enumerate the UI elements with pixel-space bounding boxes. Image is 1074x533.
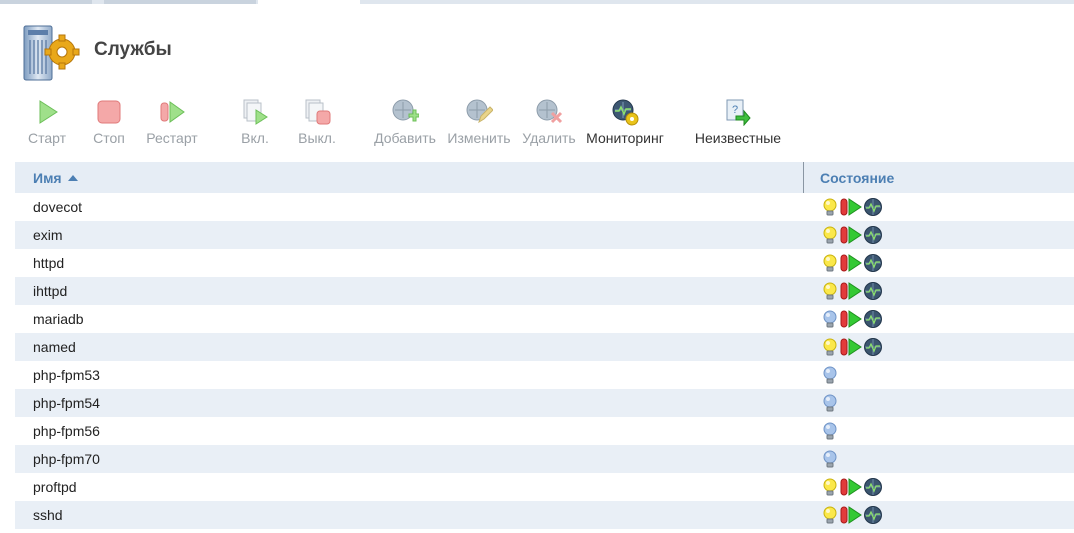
service-status xyxy=(821,505,884,525)
running-icon[interactable] xyxy=(840,505,862,525)
service-name: exim xyxy=(33,227,63,243)
add-button[interactable]: Добавить xyxy=(372,98,438,146)
service-name: named xyxy=(33,339,76,355)
table-header: Имя Состояние xyxy=(15,162,1074,193)
toolbar: Старт Стоп Рестарт Вкл. Выкл. Добавить И… xyxy=(0,98,1074,150)
service-status xyxy=(821,225,884,245)
service-status xyxy=(821,337,884,357)
service-name: sshd xyxy=(33,507,63,523)
table-row[interactable]: php-fpm54 xyxy=(15,389,1074,417)
bulb-off-icon xyxy=(823,450,837,468)
enable-icon xyxy=(243,99,268,125)
table-row[interactable]: sshd xyxy=(15,501,1074,529)
bulb-on-icon xyxy=(823,338,837,356)
service-name: php-fpm53 xyxy=(33,367,100,383)
bulb-on-icon xyxy=(823,198,837,216)
service-name: php-fpm54 xyxy=(33,395,100,411)
table-row[interactable]: proftpd xyxy=(15,473,1074,501)
start-button[interactable]: Старт xyxy=(24,98,70,146)
page-title: Службы xyxy=(94,39,172,60)
service-status xyxy=(821,309,884,329)
services-table: Имя Состояние dovecot exim httpd ihttpd mari… xyxy=(15,162,1074,529)
service-name: php-fpm70 xyxy=(33,451,100,467)
services-server-icon xyxy=(23,25,80,81)
delete-icon xyxy=(536,99,563,124)
disable-button[interactable]: Выкл. xyxy=(296,98,338,146)
tab-strip xyxy=(0,0,1074,5)
monitor-icon[interactable] xyxy=(863,337,883,357)
table-row[interactable]: mariadb xyxy=(15,305,1074,333)
running-icon[interactable] xyxy=(840,281,862,301)
service-name: httpd xyxy=(33,255,65,271)
monitoring-button[interactable]: Мониторинг xyxy=(586,98,664,146)
monitor-icon[interactable] xyxy=(863,281,883,301)
tab-inactive[interactable] xyxy=(104,0,256,4)
running-icon[interactable] xyxy=(840,197,862,217)
unknown-button[interactable]: ? Неизвестные xyxy=(694,98,782,146)
service-name: proftpd xyxy=(33,479,77,495)
stop-icon xyxy=(97,100,121,124)
table-body: dovecot exim httpd ihttpd mariadb named php-fp… xyxy=(15,193,1074,529)
service-status xyxy=(821,281,884,301)
service-status xyxy=(821,365,840,385)
service-status xyxy=(821,477,884,497)
bulb-on-icon xyxy=(823,254,837,272)
column-divider[interactable] xyxy=(803,162,804,193)
enable-button[interactable]: Вкл. xyxy=(238,98,272,146)
service-status xyxy=(821,393,840,413)
svg-text:?: ? xyxy=(732,104,738,116)
bulb-on-icon xyxy=(823,282,837,300)
running-icon[interactable] xyxy=(840,253,862,273)
restart-icon xyxy=(160,101,185,123)
table-row[interactable]: dovecot xyxy=(15,193,1074,221)
sort-ascending-icon xyxy=(67,175,78,181)
edit-icon xyxy=(466,99,493,124)
bulb-on-icon xyxy=(823,478,837,496)
running-icon[interactable] xyxy=(840,309,862,329)
unknown-services-icon: ? xyxy=(726,99,751,126)
column-header-state[interactable]: Состояние xyxy=(820,170,894,186)
service-name: dovecot xyxy=(33,199,83,215)
service-status xyxy=(821,253,884,273)
monitor-icon[interactable] xyxy=(863,253,883,273)
bulb-on-icon xyxy=(823,226,837,244)
bulb-off-icon xyxy=(823,366,837,384)
add-icon xyxy=(392,99,419,122)
table-row[interactable]: php-fpm70 xyxy=(15,445,1074,473)
service-status xyxy=(821,449,840,469)
running-icon[interactable] xyxy=(840,477,862,497)
table-row[interactable]: php-fpm53 xyxy=(15,361,1074,389)
table-row[interactable]: php-fpm56 xyxy=(15,417,1074,445)
bulb-off-icon xyxy=(823,422,837,440)
monitor-icon[interactable] xyxy=(863,197,883,217)
tab-inactive[interactable] xyxy=(0,0,92,4)
monitor-icon[interactable] xyxy=(863,309,883,329)
delete-button[interactable]: Удалить xyxy=(520,98,578,146)
column-header-name[interactable]: Имя xyxy=(33,170,78,186)
monitoring-icon xyxy=(612,99,639,126)
running-icon[interactable] xyxy=(840,225,862,245)
service-name: mariadb xyxy=(33,311,84,327)
table-row[interactable]: exim xyxy=(15,221,1074,249)
disable-icon xyxy=(305,99,331,125)
running-icon[interactable] xyxy=(840,337,862,357)
table-row[interactable]: named xyxy=(15,333,1074,361)
monitor-icon[interactable] xyxy=(863,477,883,497)
edit-button[interactable]: Изменить xyxy=(446,98,512,146)
play-icon xyxy=(39,100,58,124)
table-row[interactable]: httpd xyxy=(15,249,1074,277)
table-row[interactable]: ihttpd xyxy=(15,277,1074,305)
monitor-icon[interactable] xyxy=(863,505,883,525)
service-status xyxy=(821,421,840,441)
service-status xyxy=(821,197,884,217)
service-name: php-fpm56 xyxy=(33,423,100,439)
service-name: ihttpd xyxy=(33,283,68,299)
bulb-off-icon xyxy=(823,310,837,328)
bulb-on-icon xyxy=(823,506,837,524)
restart-button[interactable]: Рестарт xyxy=(144,98,200,146)
monitor-icon[interactable] xyxy=(863,225,883,245)
bulb-off-icon xyxy=(823,394,837,412)
tab-active[interactable] xyxy=(258,0,360,5)
stop-button[interactable]: Стоп xyxy=(88,98,130,146)
